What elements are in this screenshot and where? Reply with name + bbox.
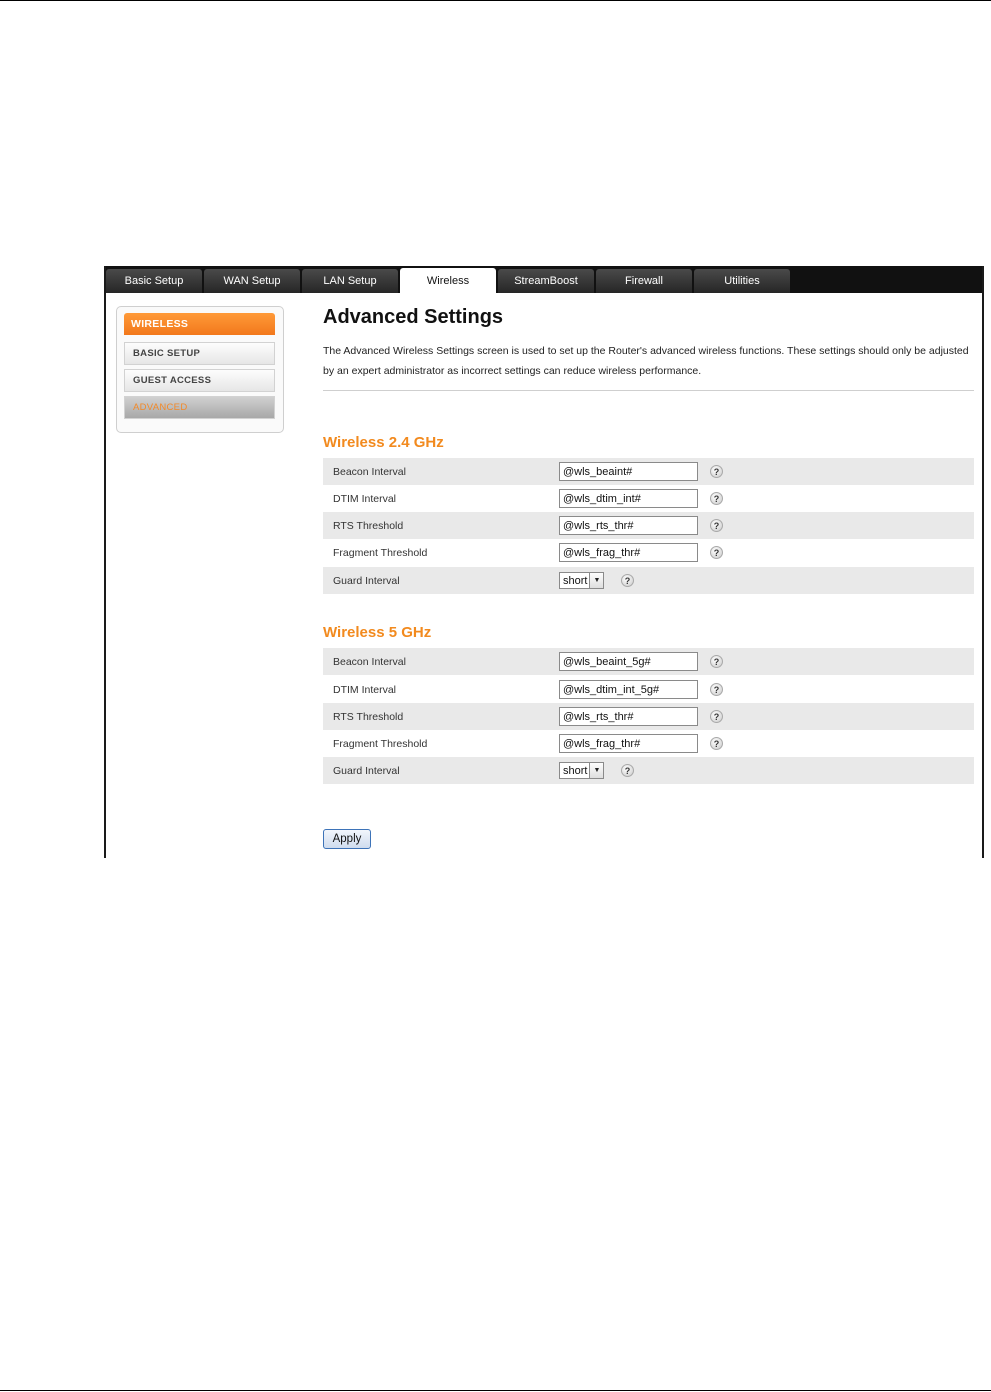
help-icon[interactable]: ? [710, 683, 723, 696]
beacon-interval-5g-input[interactable] [559, 652, 698, 671]
guard-interval-select[interactable]: short ▼ [559, 572, 605, 589]
tab-wireless[interactable]: Wireless [400, 268, 496, 293]
dtim-interval-5g-input[interactable] [559, 680, 698, 699]
setting-row: Beacon Interval ? [323, 648, 974, 675]
rts-threshold-label: RTS Threshold [333, 519, 404, 532]
tab-firewall[interactable]: Firewall [596, 269, 692, 293]
guard-interval-5g-select[interactable]: short ▼ [559, 762, 605, 779]
tab-basic-setup[interactable]: Basic Setup [106, 269, 202, 293]
tab-lan-setup[interactable]: LAN Setup [302, 269, 398, 293]
help-icon[interactable]: ? [710, 492, 723, 505]
rts-threshold-5g-input[interactable] [559, 707, 698, 726]
router-admin-window: Basic Setup WAN Setup LAN Setup Wireless… [104, 266, 984, 858]
guard-interval-value: short [563, 574, 588, 587]
setting-row: DTIM Interval ? [323, 676, 974, 703]
fragment-threshold-5g-label: Fragment Threshold [333, 737, 428, 750]
page-description: The Advanced Wireless Settings screen is… [323, 345, 969, 377]
apply-button[interactable]: Apply [323, 829, 371, 849]
help-icon[interactable]: ? [710, 737, 723, 750]
help-icon[interactable]: ? [710, 655, 723, 668]
guard-interval-label: Guard Interval [333, 574, 400, 587]
help-icon[interactable]: ? [710, 519, 723, 532]
guard-interval-5g-label: Guard Interval [333, 764, 400, 777]
main-tab-bar: Basic Setup WAN Setup LAN Setup Wireless… [106, 266, 982, 293]
page-bottom-rule [0, 1390, 991, 1391]
sidebar-item-guest-access[interactable]: GUEST ACCESS [124, 369, 275, 392]
setting-row: Guard Interval short ▼ ? [323, 757, 974, 784]
tab-streamboost[interactable]: StreamBoost [498, 269, 594, 293]
setting-row: Fragment Threshold ? [323, 539, 974, 566]
tab-wan-setup[interactable]: WAN Setup [204, 269, 300, 293]
sidebar-item-advanced[interactable]: ADVANCED [124, 396, 275, 419]
tab-utilities[interactable]: Utilities [694, 269, 790, 293]
setting-row: Guard Interval short ▼ ? [323, 567, 974, 594]
dtim-interval-5g-label: DTIM Interval [333, 683, 397, 696]
chevron-down-icon: ▼ [589, 573, 604, 588]
beacon-interval-label: Beacon Interval [333, 465, 406, 478]
guard-interval-5g-value: short [563, 764, 588, 777]
help-icon[interactable]: ? [621, 574, 634, 587]
fragment-threshold-label: Fragment Threshold [333, 546, 428, 559]
rts-threshold-input[interactable] [559, 516, 698, 535]
rts-threshold-5g-label: RTS Threshold [333, 710, 404, 723]
setting-row: RTS Threshold ? [323, 512, 974, 539]
page-title: Advanced Settings [323, 306, 504, 328]
beacon-interval-input[interactable] [559, 462, 698, 481]
help-icon[interactable]: ? [710, 710, 723, 723]
help-icon[interactable]: ? [710, 465, 723, 478]
help-icon[interactable]: ? [621, 764, 634, 777]
section-title-5ghz: Wireless 5 GHz [323, 624, 432, 641]
fragment-threshold-5g-input[interactable] [559, 734, 698, 753]
beacon-interval-5g-label: Beacon Interval [333, 655, 406, 668]
setting-row: RTS Threshold ? [323, 703, 974, 730]
sidebar-item-basic-setup[interactable]: BASIC SETUP [124, 342, 275, 365]
section-title-2-4ghz: Wireless 2.4 GHz [323, 434, 444, 451]
chevron-down-icon: ▼ [589, 763, 604, 778]
setting-row: Fragment Threshold ? [323, 730, 974, 757]
sidebar-header: WIRELESS [124, 313, 275, 335]
divider [323, 390, 974, 391]
dtim-interval-label: DTIM Interval [333, 492, 397, 505]
help-icon[interactable]: ? [710, 546, 723, 559]
fragment-threshold-input[interactable] [559, 543, 698, 562]
dtim-interval-input[interactable] [559, 489, 698, 508]
setting-row: Beacon Interval ? [323, 458, 974, 485]
sidebar: WIRELESS BASIC SETUP GUEST ACCESS ADVANC… [116, 306, 284, 433]
setting-row: DTIM Interval ? [323, 485, 974, 512]
page-top-rule [0, 0, 991, 1]
